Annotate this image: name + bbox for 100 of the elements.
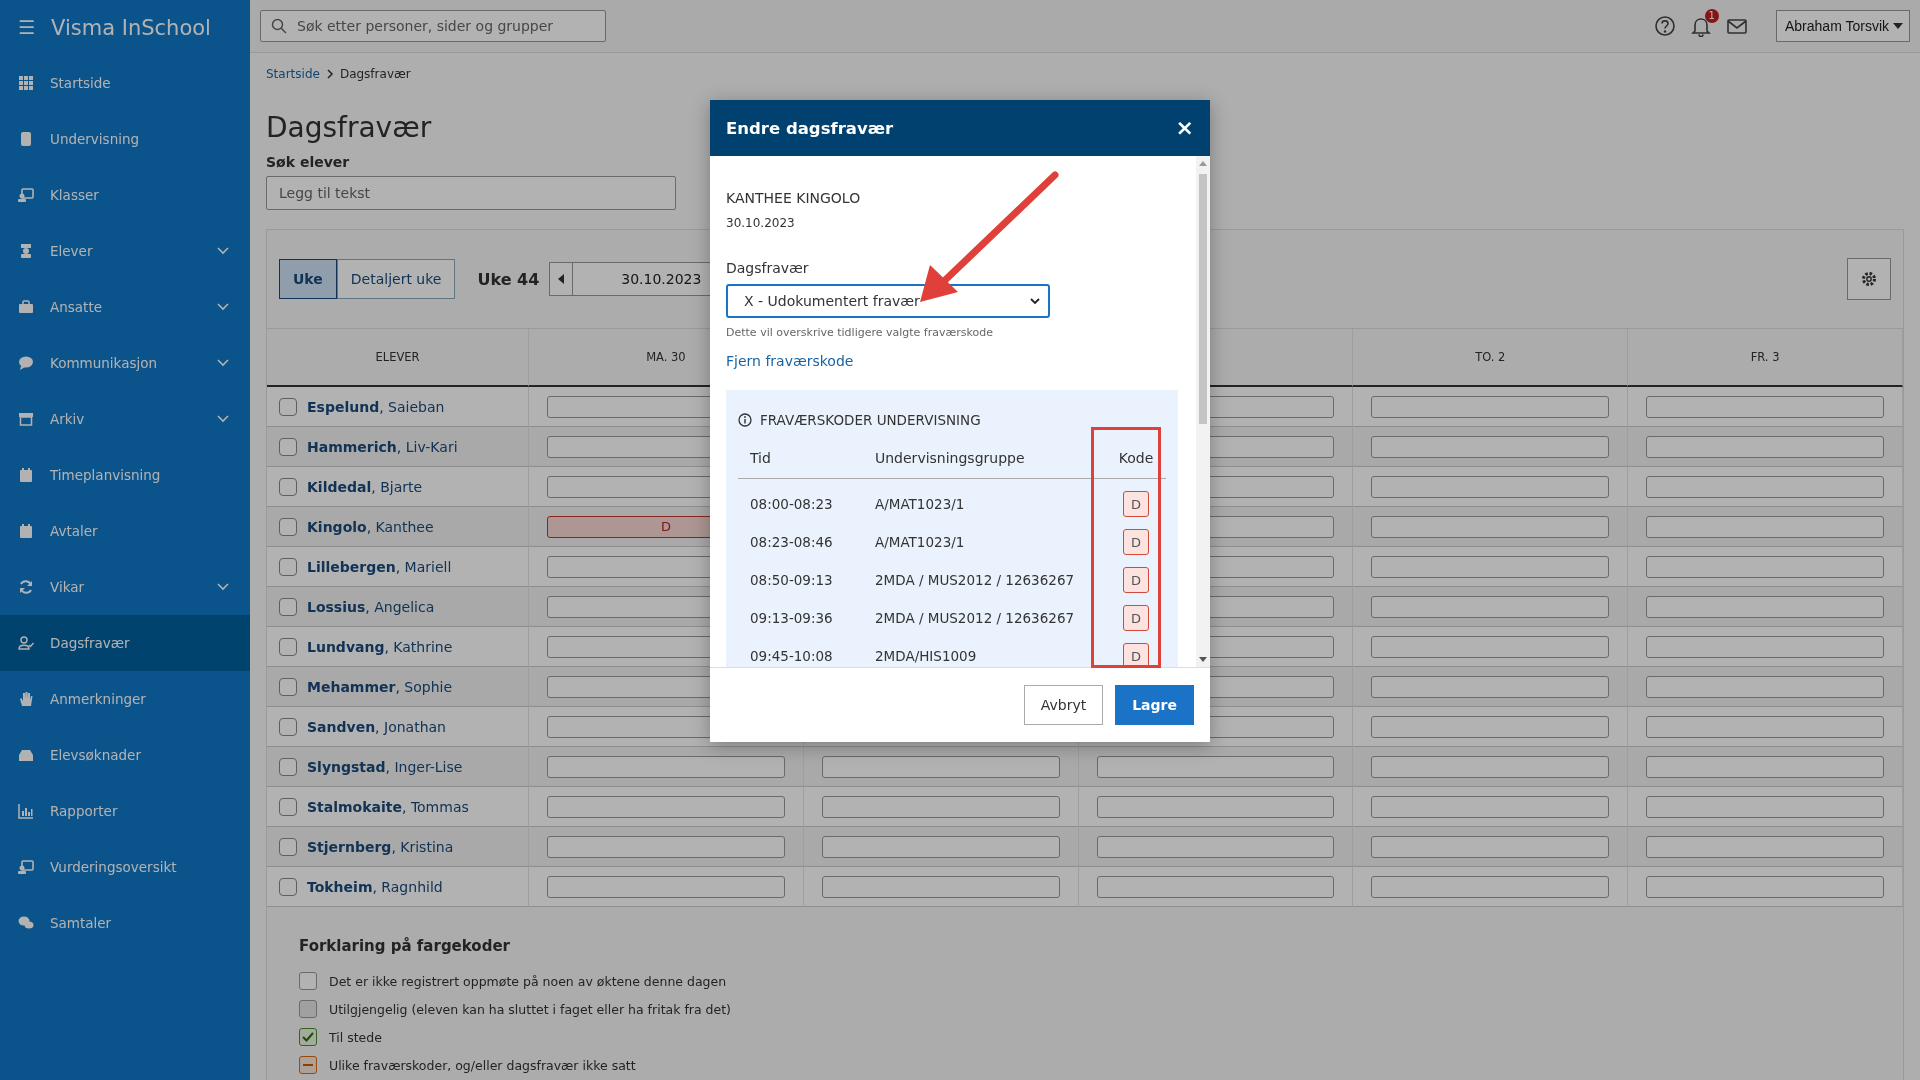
sidebar-item[interactable]: Anmerkninger xyxy=(0,671,250,727)
chat-icon xyxy=(18,355,34,371)
row-checkbox[interactable] xyxy=(279,757,297,776)
breadcrumb-link[interactable]: Startside xyxy=(266,67,320,81)
row-checkbox[interactable] xyxy=(279,597,297,616)
absence-cell[interactable] xyxy=(1371,835,1610,858)
absence-cell[interactable] xyxy=(1646,875,1884,898)
absence-cell[interactable] xyxy=(821,755,1060,778)
absence-cell[interactable] xyxy=(1646,715,1884,738)
sidebar-item[interactable]: Startside xyxy=(0,55,250,111)
student-name[interactable]: Stjernberg, Kristina xyxy=(307,838,454,855)
column-header: TO. 2 xyxy=(1353,329,1629,387)
menu-icon[interactable]: ☰ xyxy=(18,18,36,37)
absence-cell[interactable] xyxy=(1371,635,1610,658)
sidebar-item[interactable]: Samtaler xyxy=(0,895,250,951)
absence-cell[interactable] xyxy=(1371,595,1610,618)
absence-cell[interactable] xyxy=(1371,395,1610,418)
search-field[interactable]: Søk etter personer, sider og grupper xyxy=(260,10,606,42)
sidebar-item[interactable]: Ansatte xyxy=(0,279,250,335)
row-checkbox[interactable] xyxy=(279,397,297,416)
student-name[interactable]: Lossius, Angelica xyxy=(307,598,435,615)
absence-code: D xyxy=(1123,491,1149,517)
column-header: Tid xyxy=(738,438,863,479)
absence-cell[interactable] xyxy=(821,795,1060,818)
absence-cell[interactable] xyxy=(1646,795,1884,818)
sidebar-item[interactable]: Elevsøknader xyxy=(0,727,250,783)
student-name[interactable]: Kingolo, Kanthee xyxy=(307,518,434,535)
absence-cell[interactable] xyxy=(1646,835,1884,858)
sidebar-item[interactable]: Vikar xyxy=(0,559,250,615)
student-name[interactable]: Mehammer, Sophie xyxy=(307,678,453,695)
absence-cell[interactable] xyxy=(1096,795,1335,818)
sidebar-item[interactable]: Klasser xyxy=(0,167,250,223)
row-checkbox[interactable] xyxy=(279,557,297,576)
absence-cell[interactable] xyxy=(1646,755,1884,778)
row-checkbox[interactable] xyxy=(279,717,297,736)
inbox-icon xyxy=(18,747,34,763)
user-menu[interactable]: Abraham Torsvik xyxy=(1776,10,1910,42)
absence-cell[interactable] xyxy=(1371,555,1610,578)
absence-cell[interactable] xyxy=(1646,515,1884,538)
view-tab[interactable]: Detaljert uke xyxy=(336,259,456,299)
sidebar-item[interactable]: Arkiv xyxy=(0,391,250,447)
column-header: Kode xyxy=(1106,438,1166,479)
close-button[interactable]: × xyxy=(1175,117,1194,139)
hand-icon xyxy=(18,691,34,707)
sidebar-item[interactable]: Elever xyxy=(0,223,250,279)
absence-cell[interactable] xyxy=(1371,715,1610,738)
absence-cell[interactable] xyxy=(821,835,1060,858)
column-header: Undervisningsgruppe xyxy=(863,438,1106,479)
absence-cell[interactable] xyxy=(1646,435,1884,458)
scroll-up-icon[interactable] xyxy=(1199,160,1207,166)
sidebar-item[interactable]: Timeplanvisning xyxy=(0,447,250,503)
absence-select[interactable]: X - Udokumentert fravær xyxy=(726,284,1050,318)
absence-cell[interactable] xyxy=(1371,755,1610,778)
view-tab[interactable]: Uke xyxy=(279,259,337,299)
student-name[interactable]: Kildedal, Bjarte xyxy=(307,478,423,495)
absence-cell[interactable] xyxy=(1096,755,1335,778)
row-checkbox[interactable] xyxy=(279,637,297,656)
absence-cell[interactable] xyxy=(547,835,785,858)
row-checkbox[interactable] xyxy=(279,677,297,696)
row-checkbox[interactable] xyxy=(279,477,297,496)
absence-cell[interactable] xyxy=(1371,435,1610,458)
student-search-field[interactable]: Legg til tekst xyxy=(266,176,676,210)
settings-button[interactable] xyxy=(1847,258,1891,300)
row-checkbox[interactable] xyxy=(279,797,297,816)
help-icon[interactable] xyxy=(1654,15,1676,37)
absence-cell[interactable] xyxy=(1096,875,1335,898)
board-icon xyxy=(18,187,34,203)
absence-cell[interactable] xyxy=(1096,835,1335,858)
absence-cell[interactable] xyxy=(547,755,785,778)
row-checkbox[interactable] xyxy=(279,877,297,896)
absence-cell[interactable] xyxy=(547,875,785,898)
sidebar-item[interactable]: Dagsfravær xyxy=(0,615,250,671)
sidebar-item[interactable]: Kommunikasjon xyxy=(0,335,250,391)
absence-cell[interactable] xyxy=(1646,555,1884,578)
absence-cell[interactable] xyxy=(1371,675,1610,698)
student-name[interactable]: Hammerich, Liv-Kari xyxy=(307,438,458,455)
absence-cell[interactable] xyxy=(1371,875,1610,898)
scrollbar[interactable] xyxy=(1196,156,1210,667)
cancel-button[interactable]: Avbryt xyxy=(1023,685,1104,725)
absence-cell[interactable] xyxy=(1646,475,1884,498)
row-checkbox[interactable] xyxy=(279,517,297,536)
absence-cell[interactable] xyxy=(1371,475,1610,498)
row-checkbox[interactable] xyxy=(279,437,297,456)
absence-cell[interactable] xyxy=(1371,515,1610,538)
absence-cell[interactable] xyxy=(1371,795,1610,818)
sidebar-item[interactable]: Rapporter xyxy=(0,783,250,839)
row-checkbox[interactable] xyxy=(279,837,297,856)
student-name[interactable]: Slyngstad, Inger-Lise xyxy=(307,758,463,775)
sidebar-item[interactable]: Undervisning xyxy=(0,111,250,167)
absence-cell[interactable] xyxy=(821,875,1060,898)
absence-cell[interactable] xyxy=(1646,595,1884,618)
sidebar-item[interactable]: Avtaler xyxy=(0,503,250,559)
sidebar-item[interactable]: Vurderingsoversikt xyxy=(0,839,250,895)
save-button[interactable]: Lagre xyxy=(1115,685,1194,725)
absence-cell[interactable] xyxy=(547,795,785,818)
absence-cell[interactable] xyxy=(1646,635,1884,658)
book-icon xyxy=(18,131,34,147)
absence-cell[interactable] xyxy=(1646,395,1884,418)
table-cell-text: 09:45-10:08 xyxy=(749,647,834,666)
absence-cell[interactable] xyxy=(1646,675,1884,698)
